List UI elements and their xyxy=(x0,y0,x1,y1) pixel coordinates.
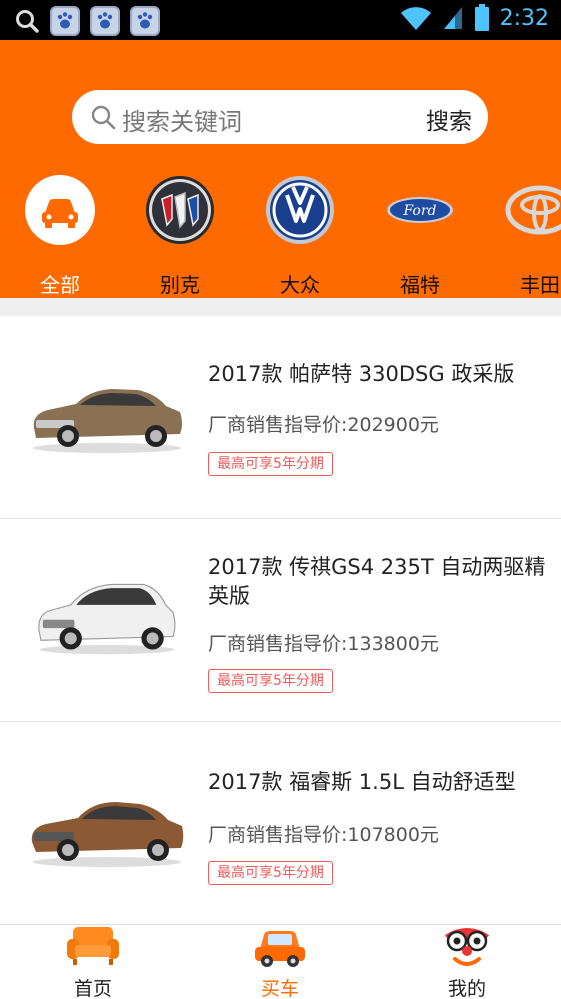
nav-label: 我的 xyxy=(447,978,486,999)
brand-item-all[interactable]: 全部 xyxy=(10,175,110,300)
search-icon xyxy=(16,10,39,33)
brand-item-volkswagen[interactable]: 大众 xyxy=(250,175,350,300)
baidu-paw-icon xyxy=(50,6,80,36)
car-title: 2017款 传祺GS4 235T 自动两驱精英版 xyxy=(208,555,546,608)
clown-face-icon xyxy=(445,928,489,966)
installment-badge: 最高可享5年分期 xyxy=(208,452,333,476)
brand-item-buick[interactable]: 别克 xyxy=(130,175,230,300)
volkswagen-logo-icon xyxy=(266,176,334,244)
installment-badge: 最高可享5年分期 xyxy=(208,861,333,885)
battery-icon xyxy=(474,4,489,31)
section-divider xyxy=(0,298,561,316)
svg-text:Ford: Ford xyxy=(402,203,436,219)
status-bar: 2:32 xyxy=(0,0,561,40)
brand-label: 大众 xyxy=(280,273,320,297)
nav-mine[interactable]: 我的 xyxy=(407,925,527,999)
car-list-item[interactable]: 2017款 福睿斯 1.5L 自动舒适型 厂商销售指导价:107800元 最高可… xyxy=(0,722,561,925)
brand-label: 丰田 xyxy=(520,273,560,297)
car-price: 厂商销售指导价:202900元 xyxy=(208,414,439,436)
search-icon xyxy=(91,105,116,130)
car-list: 2017款 帕萨特 330DSG 政采版 厂商销售指导价:202900元 最高可… xyxy=(0,316,561,925)
search-input[interactable]: 搜索关键词 xyxy=(122,102,242,137)
brand-item-ford[interactable]: Ford 福特 xyxy=(370,175,470,300)
baidu-paw-icon xyxy=(90,6,120,36)
car-image xyxy=(38,583,176,655)
header: 搜索关键词 搜索 全部 别克 大众 Ford 福特 丰田 xyxy=(0,40,561,298)
status-time: 2:32 xyxy=(499,5,549,31)
car-list-item[interactable]: 2017款 帕萨特 330DSG 政采版 厂商销售指导价:202900元 最高可… xyxy=(0,316,561,519)
car-image xyxy=(31,802,184,867)
car-price: 厂商销售指导价:107800元 xyxy=(208,824,439,846)
search-button[interactable]: 搜索 xyxy=(426,102,472,136)
wifi-icon xyxy=(400,7,431,31)
car-icon xyxy=(255,931,305,967)
bottom-nav: 首页 买车 我的 xyxy=(0,924,561,999)
nav-label: 买车 xyxy=(260,978,299,999)
car-image xyxy=(33,389,183,453)
brand-label: 全部 xyxy=(40,273,80,297)
car-list-item[interactable]: 2017款 传祺GS4 235T 自动两驱精英版 厂商销售指导价:133800元… xyxy=(0,519,561,722)
brand-item-toyota[interactable]: 丰田 xyxy=(490,175,561,300)
car-icon xyxy=(25,175,95,245)
car-title: 2017款 福睿斯 1.5L 自动舒适型 xyxy=(208,770,516,794)
brand-label: 福特 xyxy=(400,273,440,297)
status-bar-right: 2:32 xyxy=(400,4,549,32)
baidu-paw-icon xyxy=(130,6,160,36)
signal-icon xyxy=(443,7,462,29)
installment-badge: 最高可享5年分期 xyxy=(208,669,333,693)
sofa-icon xyxy=(67,927,119,965)
nav-buy-car[interactable]: 买车 xyxy=(220,925,340,999)
search-bar[interactable]: 搜索关键词 搜索 xyxy=(72,90,488,144)
nav-home[interactable]: 首页 xyxy=(33,925,153,999)
car-price: 厂商销售指导价:133800元 xyxy=(208,633,439,655)
brand-label: 别克 xyxy=(160,273,200,297)
status-bar-left xyxy=(14,6,160,36)
buick-logo-icon xyxy=(146,176,214,244)
nav-label: 首页 xyxy=(73,978,112,999)
toyota-logo-icon xyxy=(505,185,561,235)
ford-logo-icon: Ford xyxy=(387,197,453,223)
car-title: 2017款 帕萨特 330DSG 政采版 xyxy=(208,362,515,386)
brand-strip: 全部 别克 大众 Ford 福特 丰田 xyxy=(0,175,561,300)
